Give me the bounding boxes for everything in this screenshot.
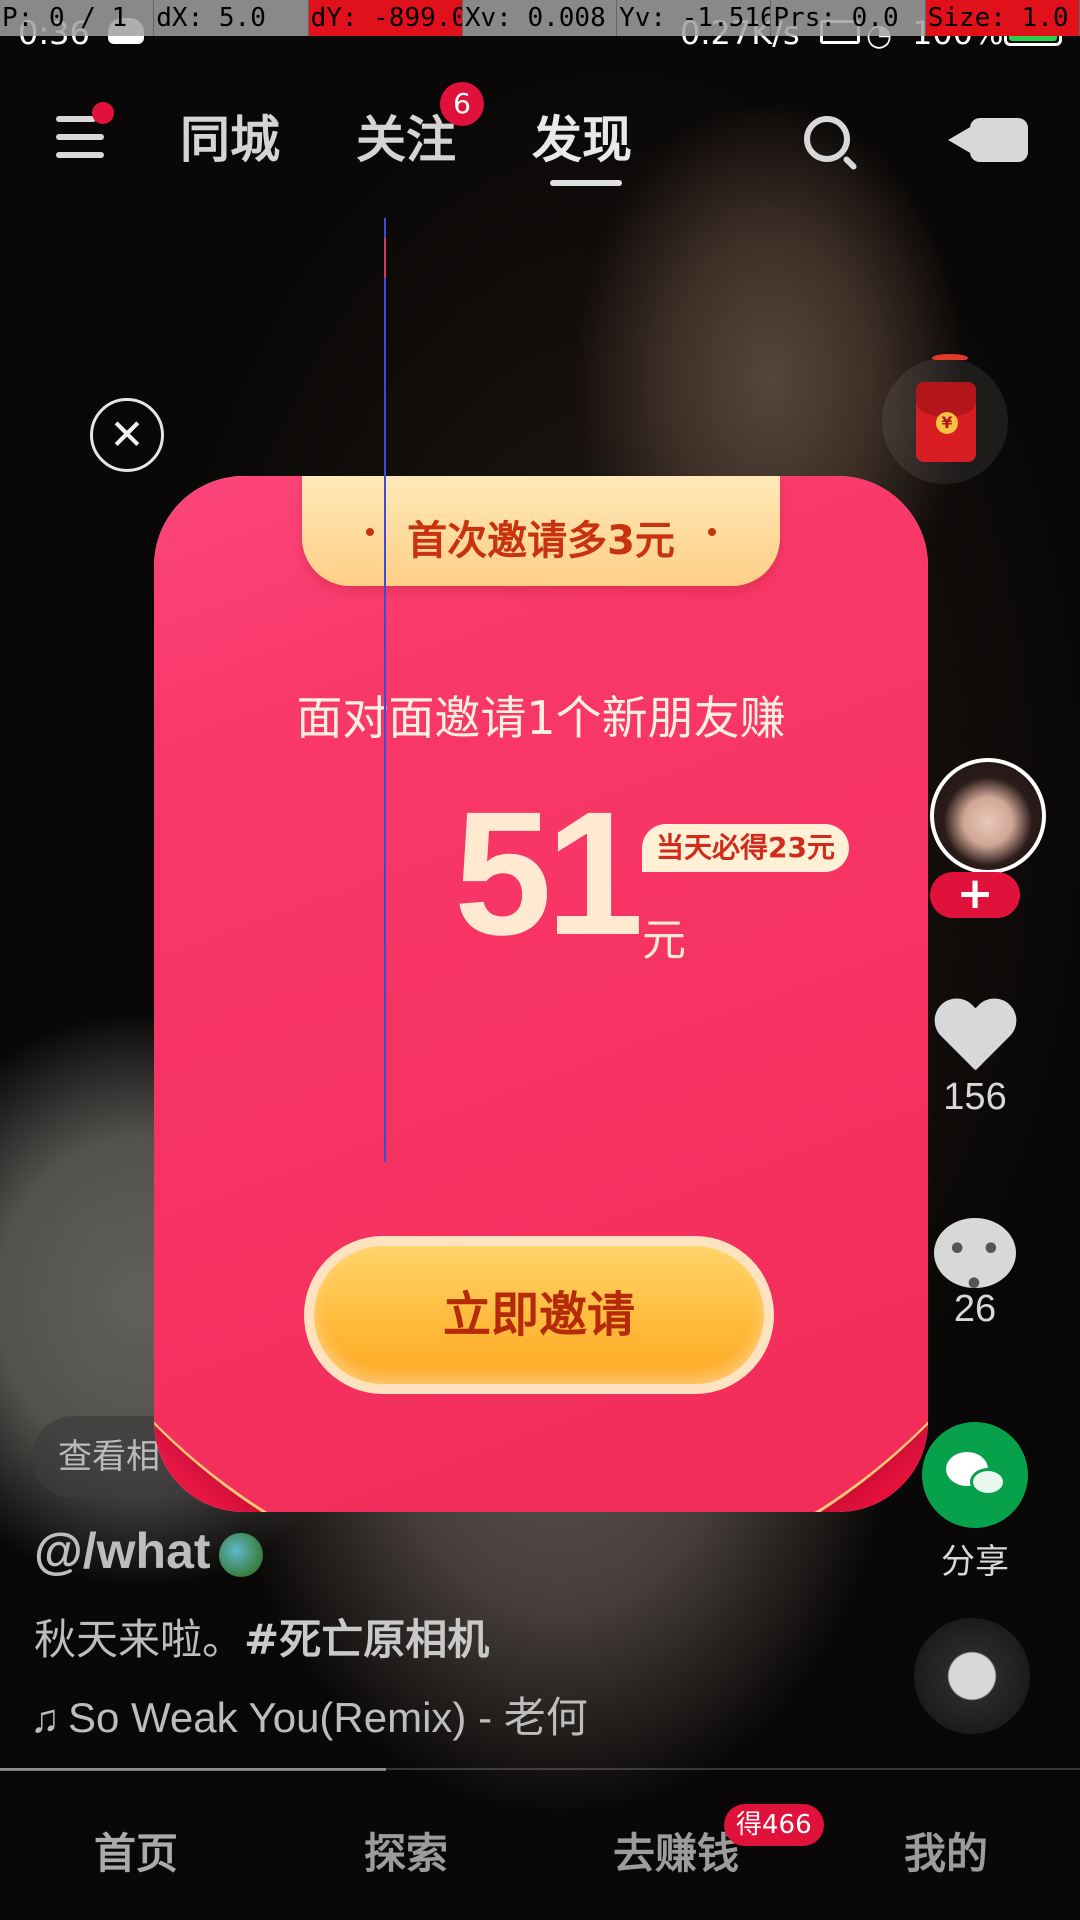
author-badge-icon bbox=[218, 1532, 263, 1577]
invite-modal: 首次邀请多3元 面对面邀请1个新朋友赚 51 当天必得23元 元 立即邀请 bbox=[154, 476, 928, 1512]
tab-me[interactable]: 我的 bbox=[846, 1820, 1046, 1881]
caption-hashtag[interactable]: #死亡原相机 bbox=[244, 1615, 489, 1664]
debug-prs: Prs: 0.0 bbox=[771, 0, 926, 36]
debug-xv: Xv: 0.008 bbox=[463, 0, 618, 36]
tab-city[interactable]: 同城 bbox=[180, 100, 280, 172]
author-name[interactable]: @/what bbox=[34, 1522, 263, 1580]
ribbon-text: 首次邀请多3元 bbox=[407, 518, 675, 564]
video-progress-bar[interactable] bbox=[0, 1768, 386, 1771]
follow-author-button[interactable]: + bbox=[930, 872, 1020, 918]
share-label: 分享 bbox=[941, 1542, 1009, 1582]
daily-reward-badge: 当天必得23元 bbox=[642, 824, 849, 872]
following-badge: 6 bbox=[440, 82, 484, 126]
reward-amount: 51 bbox=[454, 776, 644, 972]
comment-action[interactable]: 26 bbox=[922, 1218, 1028, 1331]
debug-size: Size: 1.0 bbox=[925, 0, 1080, 36]
music-disc-icon[interactable] bbox=[914, 1618, 1030, 1734]
heart-icon[interactable] bbox=[932, 1000, 1018, 1076]
search-icon[interactable] bbox=[804, 116, 850, 162]
post-caption: 秋天来啦。#死亡原相机 bbox=[34, 1606, 489, 1667]
music-title: So Weak You(Remix) - 老何 bbox=[68, 1694, 588, 1741]
bottom-tab-bar: 首页 探索 去赚钱 得466 我的 bbox=[0, 1768, 1080, 1920]
reward-unit: 元 bbox=[642, 915, 686, 966]
tab-home[interactable]: 首页 bbox=[36, 1820, 236, 1881]
menu-notification-dot bbox=[92, 102, 114, 124]
music-info[interactable]: ♫ So Weak You(Remix) - 老何 bbox=[30, 1684, 588, 1745]
first-invite-ribbon: 首次邀请多3元 bbox=[302, 476, 780, 586]
debug-pointer: P: 0 / 1 bbox=[0, 0, 155, 36]
debug-yv: Yv: -1.516 bbox=[617, 0, 772, 36]
red-packet-icon[interactable]: ¥ bbox=[882, 354, 1008, 484]
camera-icon[interactable] bbox=[948, 118, 1028, 162]
like-action[interactable]: 156 bbox=[922, 1000, 1028, 1119]
caption-text: 秋天来啦。 bbox=[34, 1615, 245, 1664]
pointer-trace-line bbox=[384, 218, 386, 1162]
debug-dy: dY: -899.0 bbox=[308, 0, 463, 36]
modal-headline: 面对面邀请1个新朋友赚 bbox=[296, 691, 786, 745]
tab-discover[interactable]: 发现 bbox=[532, 100, 632, 172]
close-modal-button[interactable]: ✕ bbox=[90, 398, 164, 472]
pointer-debug-overlay: P: 0 / 1 dX: 5.0 dY: -899.0 Xv: 0.008 Yv… bbox=[0, 0, 1080, 36]
invite-now-button[interactable]: 立即邀请 bbox=[304, 1236, 774, 1394]
debug-dx: dX: 5.0 bbox=[154, 0, 309, 36]
wechat-share-icon[interactable] bbox=[922, 1422, 1028, 1528]
earn-badge: 得466 bbox=[724, 1804, 824, 1846]
like-count: 156 bbox=[943, 1076, 1007, 1118]
tab-explore[interactable]: 探索 bbox=[306, 1820, 506, 1881]
author-handle[interactable]: @/what bbox=[34, 1523, 211, 1579]
author-avatar[interactable] bbox=[930, 758, 1046, 874]
invite-now-label[interactable]: 立即邀请 bbox=[314, 1246, 764, 1384]
active-tab-indicator bbox=[550, 180, 622, 186]
comment-icon[interactable] bbox=[934, 1218, 1016, 1302]
music-note-icon: ♫ bbox=[30, 1697, 60, 1741]
top-nav: 同城 关注 6 发现 bbox=[0, 82, 1080, 200]
